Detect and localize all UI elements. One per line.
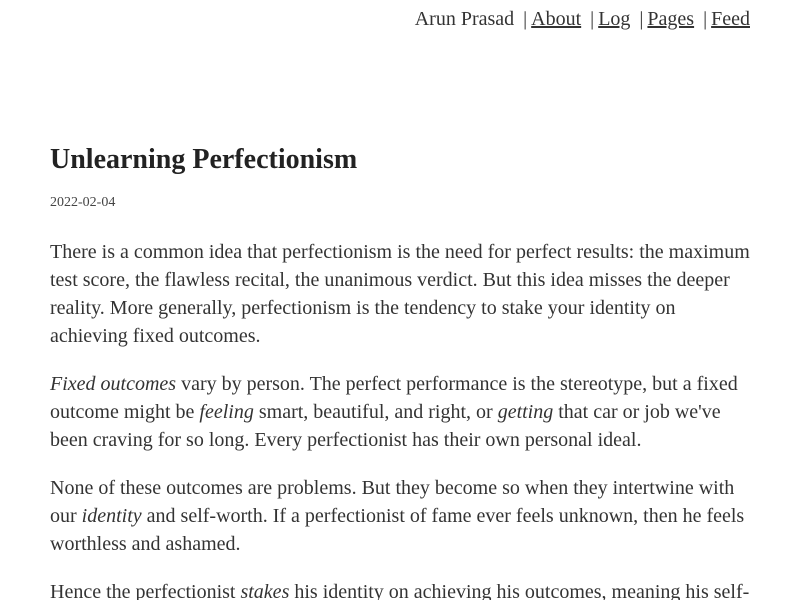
paragraph: None of these outcomes are problems. But… — [50, 474, 750, 558]
paragraph-text: smart, beautiful, and right, or — [253, 401, 498, 423]
post-title: Unlearning Perfectionism — [50, 144, 358, 175]
article: Unlearning Perfectionism 2022-02-04 Ther… — [50, 140, 750, 600]
nav-separator: | — [639, 8, 644, 30]
nav-link-about[interactable]: About — [531, 8, 581, 30]
paragraph: Hence the perfectionist stakes his ident… — [50, 578, 750, 600]
nav-separator: | — [523, 8, 528, 30]
emphasis-text: identity — [81, 505, 142, 527]
post-body: There is a common idea that perfectionis… — [50, 238, 750, 600]
nav-link-pages[interactable]: Pages — [647, 8, 694, 30]
paragraph: Fixed outcomes vary by person. The perfe… — [50, 370, 750, 454]
nav-separator: | — [590, 8, 595, 30]
nav-separator: | — [703, 8, 708, 30]
site-nav: Arun Prasad | About | Log | Pages | Feed — [415, 7, 750, 31]
nav-link-feed[interactable]: Feed — [711, 8, 750, 30]
author-name: Arun Prasad — [414, 8, 515, 30]
paragraph-text: and self-worth. If a perfectionist of fa… — [50, 505, 745, 555]
paragraph-text: his identity on achieving his outcomes, … — [289, 581, 750, 600]
emphasis-text: feeling — [199, 401, 254, 423]
nav-link-log[interactable]: Log — [598, 8, 630, 30]
page: Arun Prasad | About | Log | Pages | Feed Unl… — [0, 0, 800, 600]
emphasis-text: stakes — [240, 581, 290, 600]
paragraph: There is a common idea that perfectionis… — [50, 238, 750, 350]
paragraph-text: Hence the perfectionist — [50, 581, 241, 600]
paragraph-text: There is a common idea that perfectionis… — [50, 241, 750, 347]
post-date: 2022-02-04 — [50, 195, 116, 210]
emphasis-text: Fixed outcomes — [50, 373, 177, 395]
emphasis-text: getting — [497, 401, 554, 423]
